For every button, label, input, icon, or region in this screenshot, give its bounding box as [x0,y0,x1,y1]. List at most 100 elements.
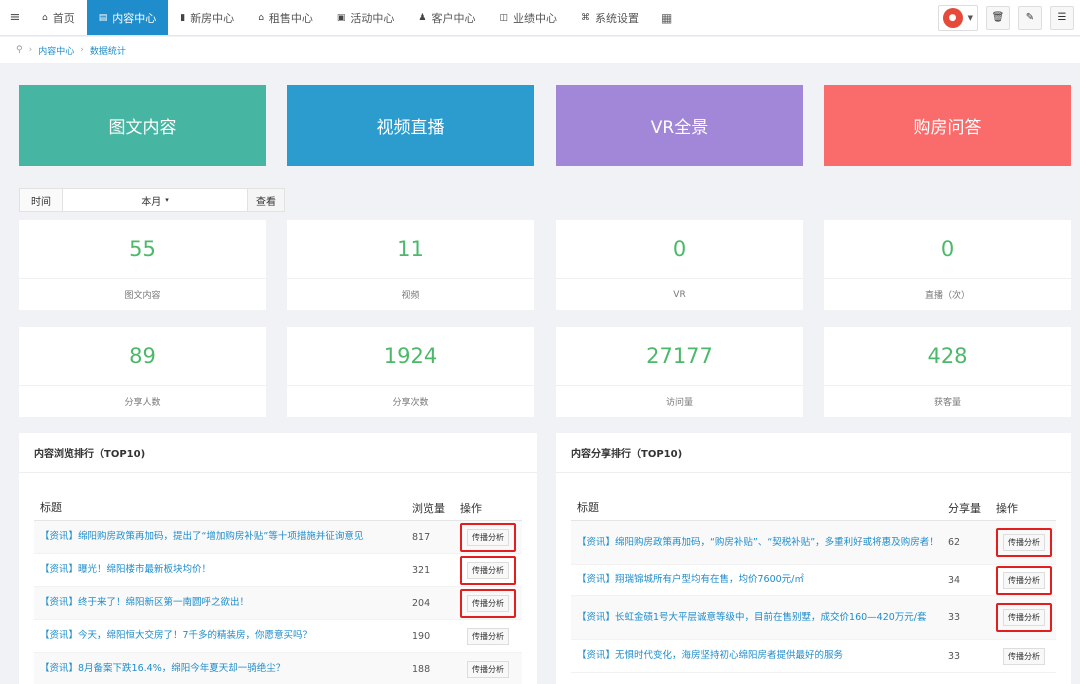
stat-label: VR [556,278,803,310]
column-header-title: 标题 [40,500,62,514]
article-title-link[interactable]: 【资讯】终于来了！绵阳新区第一南圆呼之欲出！ [34,596,412,610]
chevron-down-icon: ▼ [967,13,973,22]
breadcrumb-link-content-center[interactable]: 内容中心 [38,44,74,57]
stat-card: 428 获客量 [824,327,1071,417]
nav-item-activity[interactable]: ▣ 活动中心 [325,0,407,35]
nav-item-label: 租售中心 [268,11,313,25]
building-icon: ▮ [180,12,186,23]
tile-video-live[interactable]: 视频直播 [287,85,534,166]
nav-item-new-house[interactable]: ▮ 新房中心 [168,0,246,35]
propagation-analysis-button[interactable]: 传播分析 [467,594,509,612]
tile-house-qa[interactable]: 购房问答 [824,85,1071,166]
highlight-box: 传播分析 [996,565,1052,595]
article-title-link[interactable]: 【资讯】今天，绵阳恒大交房了！7千多的精装房，你愿意买吗？ [34,629,412,643]
propagation-analysis-button[interactable]: 传播分析 [467,528,509,546]
nav-item-customer[interactable]: ♟ 客户中心 [406,0,487,35]
action-cell: 传播分析 [996,528,1056,557]
action-cell: 传播分析 [996,565,1056,595]
table-row: 【资讯】终于来了！绵阳新区第一南圆呼之欲出！ 204 传播分析 [34,587,522,620]
edit-icon[interactable]: ✎ [1018,5,1042,30]
list-icon[interactable]: ☰ [1050,5,1074,30]
location-icon: ⚲ [16,45,23,55]
stat-value: 27177 [646,344,713,368]
tile-label: 图文内容 [108,118,177,138]
stat-label: 获客量 [824,385,1071,417]
action-cell: 传播分析 [460,522,522,552]
time-period-select[interactable]: 本月 ▾ [63,188,248,212]
article-title-link[interactable]: 【资讯】长虹金碛1号大平层诚意等级中，目前在售别墅，成交价160—420万元/套 [571,611,948,625]
stat-label: 分享人数 [19,385,266,417]
action-cell: 传播分析 [460,555,522,585]
table-body: 【资讯】绵阳购房政策再加码，“购房补贴”、“契税补贴”，多重利好或将惠及购房者！… [571,521,1056,673]
calendar-icon: ▣ [336,12,346,23]
table-row: 【资讯】绵阳购房政策再加码，提出了“增加购房补贴”等十项措施并征询意见 817 … [34,521,522,554]
stat-label: 视频 [287,278,534,310]
top-navbar: ≡ ⌂ 首页 ▤ 内容中心 ▮ 新房中心 ⌂ 租售中心 ▣ 活动中心 ♟ 客户中… [0,0,1080,36]
browse-ranking-panel: 内容浏览排行（TOP10) 标题 浏览量 操作 【资讯】绵阳购房政策再加码，提出… [19,433,537,684]
view-button[interactable]: 查看 [248,188,285,212]
share-count: 33 [948,612,961,623]
propagation-analysis-button[interactable]: 传播分析 [1003,647,1045,665]
tile-label: 视频直播 [376,118,445,138]
propagation-analysis-button[interactable]: 传播分析 [1003,609,1045,626]
article-title-link[interactable]: 【资讯】曝光！绵阳楼市最新板块均价！ [34,563,412,577]
action-cell: 传播分析 [460,588,522,618]
stat-card: 89 分享人数 [19,327,266,417]
breadcrumb: ⚲ › 内容中心 › 数据统计 [0,37,1080,63]
article-title-link[interactable]: 【资讯】无惧时代变化，海房坚持初心绵阳房者提供最好的服务 [571,649,948,663]
table-body: 【资讯】绵阳购房政策再加码，提出了“增加购房补贴”等十项措施并征询意见 817 … [34,521,522,684]
panel-title: 内容分享排行（TOP10) [556,433,1071,473]
highlight-box: 传播分析 [460,522,516,552]
nav-item-performance[interactable]: ◫ 业绩中心 [488,0,570,35]
menu-toggle-icon[interactable]: ≡ [0,0,30,35]
nav-item-label: 内容中心 [112,11,157,25]
apps-grid-icon[interactable]: ▦ [651,0,682,35]
breadcrumb-separator: › [28,45,33,55]
column-header-action: 操作 [460,501,482,515]
column-header-action: 操作 [996,501,1018,515]
table-header: 标题 分享量 操作 [571,495,1056,521]
settings-icon: ⌘ [581,12,591,23]
propagation-analysis-button[interactable]: 传播分析 [467,660,509,678]
propagation-analysis-button[interactable]: 传播分析 [1003,571,1045,589]
article-title-link[interactable]: 【资讯】翔瑞锦城所有户型均有在售，均价7600元/㎡ [571,573,948,587]
avatar: ● [942,7,963,28]
nav-item-settings[interactable]: ⌘ 系统设置 [569,0,651,35]
column-header-views: 浏览量 [412,501,445,515]
nav-item-label: 首页 [52,11,75,25]
stat-card: 1924 分享次数 [287,327,534,417]
article-title-link[interactable]: 【资讯】绵阳购房政策再加码，“购房补贴”、“契税补贴”，多重利好或将惠及购房者！ [571,536,948,550]
view-count: 204 [412,597,431,609]
user-menu[interactable]: ● ▼ [937,4,978,31]
nav-item-label: 客户中心 [431,11,476,25]
nav-item-home[interactable]: ⌂ 首页 [30,0,87,35]
nav-item-label: 新房中心 [190,11,235,25]
stat-label: 图文内容 [19,278,266,310]
nav-item-rental[interactable]: ⌂ 租售中心 [246,0,325,35]
propagation-analysis-button[interactable]: 传播分析 [1003,534,1045,551]
trash-icon[interactable]: 🗑 [986,5,1010,30]
article-title-link[interactable]: 【资讯】绵阳购房政策再加码，提出了“增加购房补贴”等十项措施并征询意见 [34,530,412,544]
propagation-analysis-button[interactable]: 传播分析 [467,627,509,645]
table-row: 【资讯】绵阳购房政策再加码，“购房补贴”、“契税补贴”，多重利好或将惠及购房者！… [571,521,1056,565]
stat-value: 1924 [383,344,438,368]
time-filter: 时间 本月 ▾ 查看 [19,188,285,212]
stat-card: 27177 访问量 [556,327,803,417]
nav-item-content-center[interactable]: ▤ 内容中心 [86,0,169,35]
share-count: 33 [948,650,961,662]
table-row: 【资讯】长虹金碛1号大平层诚意等级中，目前在售别墅，成交价160—420万元/套… [571,596,1056,640]
stat-card: 11 视频 [287,220,534,310]
stat-label: 直播（次） [824,278,1071,310]
user-add-icon: ♟ [418,12,427,23]
tile-vr[interactable]: VR全景 [556,85,803,166]
view-count: 188 [412,663,431,675]
article-title-link[interactable]: 【资讯】8月备案下跌16.4%，绵阳今年夏天却一骑绝尘？ [34,662,412,676]
table-row: 【资讯】8月备案下跌16.4%，绵阳今年夏天却一骑绝尘？ 188 传播分析 [34,653,522,684]
stat-label: 访问量 [556,385,803,417]
tile-graphic-content[interactable]: 图文内容 [19,85,266,166]
column-header-title: 标题 [577,500,599,514]
table-row: 【资讯】曝光！绵阳楼市最新板块均价！ 321 传播分析 [34,554,522,587]
propagation-analysis-button[interactable]: 传播分析 [467,561,509,579]
nav-item-label: 业绩中心 [513,11,558,25]
breadcrumb-separator: › [80,45,84,55]
